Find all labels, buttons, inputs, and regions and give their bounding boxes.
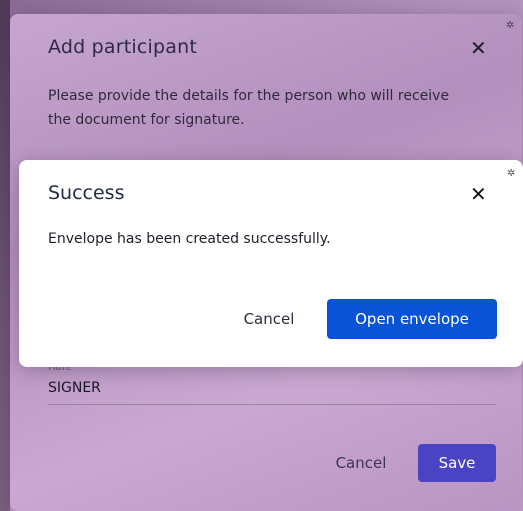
gear-icon[interactable]: ✲: [507, 168, 515, 179]
add-participant-description: Please provide the details for the perso…: [48, 88, 450, 128]
gear-icon[interactable]: ✲: [506, 20, 514, 31]
cancel-button[interactable]: Cancel: [330, 444, 392, 482]
success-message: Envelope has been created successfully.: [48, 231, 331, 247]
role-field[interactable]: SIGNER: [48, 380, 101, 396]
save-button[interactable]: Save: [418, 444, 496, 482]
cancel-button[interactable]: Cancel: [234, 299, 304, 339]
success-title: Success: [48, 182, 125, 204]
backdrop-edge: [0, 0, 10, 511]
add-participant-title: Add participant: [48, 36, 197, 58]
role-field-underline: [48, 404, 496, 405]
close-icon[interactable]: ✕: [470, 36, 487, 60]
open-envelope-button[interactable]: Open envelope: [327, 299, 497, 339]
close-icon[interactable]: ✕: [470, 182, 487, 206]
success-dialog: Success ✕ ✲ Envelope has been created su…: [19, 160, 523, 367]
